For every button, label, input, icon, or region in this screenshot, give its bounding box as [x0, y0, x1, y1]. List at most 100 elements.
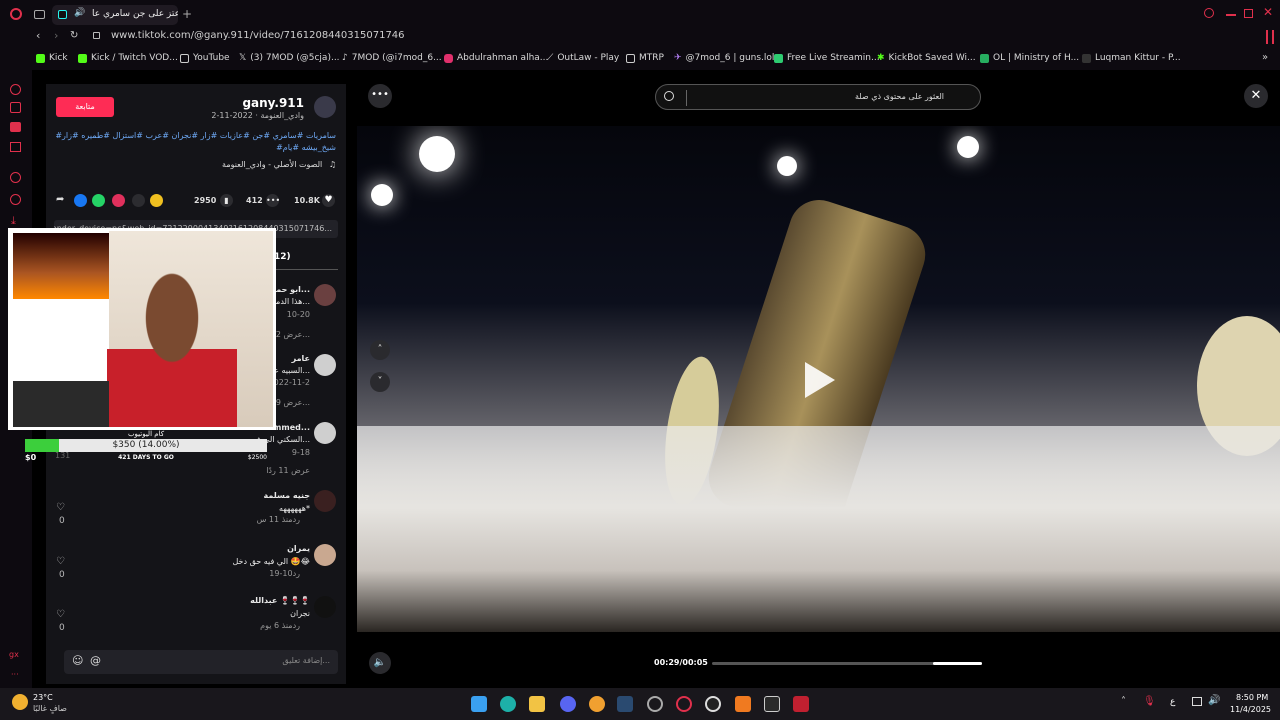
bookmark-kick-twitch[interactable]: Kick / Twitch VOD... [78, 53, 178, 63]
obs-icon[interactable] [705, 696, 721, 712]
mention-icon[interactable]: @ [90, 654, 101, 667]
comment-avatar[interactable] [314, 544, 336, 566]
follow-button[interactable]: متابعة [56, 97, 114, 117]
network-icon[interactable] [1192, 697, 1202, 706]
comment-author[interactable]: عامر [292, 354, 310, 363]
author-avatar[interactable] [314, 96, 336, 118]
forward-icon[interactable]: › [54, 29, 58, 42]
sidebar-crypto-icon[interactable] [10, 102, 21, 113]
tab-audio-icon[interactable]: 🔊 [74, 8, 85, 18]
hashtags-line-1[interactable]: #سامريات #سامري #جن #عازيات #زار #نجران … [52, 130, 336, 142]
app-icon[interactable] [589, 696, 605, 712]
bookmark-youtube[interactable]: YouTube [180, 53, 230, 63]
bookmark-tiktok[interactable]: ♪ 7MOD (@i7mod_6... [342, 53, 442, 63]
opera-gx-icon[interactable] [647, 696, 663, 712]
epic-games-icon[interactable] [764, 696, 780, 712]
sidebar-aria-icon[interactable] [10, 84, 21, 95]
reload-icon[interactable]: ↻ [70, 30, 78, 41]
video-frame[interactable] [357, 126, 1280, 632]
related-search-bar[interactable]: العثور على محتوى ذي صلة [655, 84, 981, 110]
facebook-icon[interactable] [74, 194, 87, 207]
comment-like-icon[interactable]: ♡ [56, 556, 65, 567]
sidebar-mail-icon[interactable] [10, 142, 21, 152]
reply-link[interactable]: رد [293, 515, 300, 524]
file-explorer-icon[interactable] [529, 696, 545, 712]
discord-icon[interactable] [560, 696, 576, 712]
search-icon[interactable] [1204, 8, 1214, 18]
opera-icon[interactable] [676, 696, 692, 712]
close-window-button[interactable]: ✕ [1263, 5, 1273, 19]
weather-temp[interactable]: 23°C [33, 693, 53, 702]
comment-icon[interactable]: ••• [266, 194, 280, 207]
clock-date[interactable]: 11/4/2025 [1230, 705, 1271, 714]
sidebar-toggle-icon[interactable] [1266, 30, 1274, 44]
sound-link[interactable]: الصوت الأصلي - وادي_العنومة ♫ [222, 160, 336, 169]
sidebar-more-icon[interactable]: ··· [11, 670, 19, 679]
telegram-icon[interactable] [112, 194, 125, 207]
comment-avatar[interactable] [314, 490, 336, 512]
comment-avatar[interactable] [314, 422, 336, 444]
volume-button[interactable]: 🔈 [369, 652, 391, 674]
hashtags-line-2[interactable]: #شيخ_بيشه #يام [52, 142, 336, 154]
share-arrow-icon[interactable]: ➦ [56, 194, 64, 205]
bookmark-mtrp[interactable]: MTRP [626, 53, 664, 63]
sidebar-gx-icon[interactable]: gx [9, 650, 19, 659]
opera-logo-icon[interactable] [10, 8, 22, 20]
clock-time[interactable]: 8:50 PM [1236, 693, 1268, 702]
video-progress-track[interactable] [712, 662, 982, 665]
browser-tab-active[interactable]: 🔊 اعتز على جن سامري عا... [52, 5, 178, 25]
comment-author[interactable]: يمران [287, 544, 310, 553]
post-hashtags[interactable]: #سامريات #سامري #جن #عازيات #زار #نجران … [52, 130, 336, 154]
back-icon[interactable]: ‹ [36, 29, 40, 42]
sidebar-downloads-icon[interactable]: ⤓ [11, 214, 16, 228]
edge-icon[interactable] [500, 696, 516, 712]
new-tab-button[interactable]: + [182, 7, 192, 21]
reply-link[interactable]: رد [293, 621, 300, 630]
copy-link-icon[interactable] [150, 194, 163, 207]
comment-author[interactable]: mmed... [273, 423, 310, 432]
aimp-icon[interactable] [735, 696, 751, 712]
search-icon[interactable] [664, 91, 674, 101]
bookmark-kick[interactable]: Kick [36, 53, 68, 63]
comment-author[interactable]: جنيه مسلمة [263, 491, 310, 500]
emoji-icon[interactable]: ☺ [72, 654, 83, 667]
comment-avatar[interactable] [314, 354, 336, 376]
more-options-button[interactable]: ••• [368, 84, 392, 108]
comment-avatar[interactable] [314, 284, 336, 306]
whatsapp-icon[interactable] [92, 194, 105, 207]
comment-input-box[interactable]: ☺ @ إضافة تعليق... [64, 650, 338, 674]
comments-tab[interactable]: 12) [274, 252, 291, 262]
reply-link[interactable]: رد [293, 569, 300, 578]
comment-like-icon[interactable]: ♡ [56, 609, 65, 620]
bookmark-icon[interactable]: ▮ [220, 194, 233, 207]
microphone-icon[interactable]: 🎙 [1143, 696, 1156, 707]
bookmark-ministry[interactable]: OL | Ministry of H... [980, 53, 1079, 63]
embed-icon[interactable] [132, 194, 145, 207]
comment-author[interactable]: عبدالله 🍷🍷🍷 [250, 596, 310, 605]
minimize-button[interactable] [1226, 14, 1236, 16]
start-button[interactable] [471, 696, 487, 712]
steam-icon[interactable] [617, 696, 633, 712]
comment-like-icon[interactable]: ♡ [56, 502, 65, 513]
bookmark-x[interactable]: 𝕏 (3) 7MOD (@5cja)... [239, 53, 340, 63]
weather-text[interactable]: صافٍ غالبًا [33, 704, 67, 713]
next-video-button[interactable]: ˅ [370, 372, 390, 392]
author-username[interactable]: gany.911 [242, 96, 304, 110]
close-video-button[interactable]: ✕ [1244, 84, 1268, 108]
sidebar-player-icon[interactable] [10, 172, 21, 183]
tray-overflow-icon[interactable]: ˄ [1121, 696, 1126, 707]
comment-avatar[interactable] [314, 596, 336, 618]
weather-icon[interactable] [12, 694, 28, 710]
bookmark-luqman[interactable]: Luqman Kittur - P... [1082, 53, 1181, 63]
tab-manager-icon[interactable] [34, 10, 45, 19]
previous-video-button[interactable]: ˄ [370, 340, 390, 360]
bookmarks-overflow-icon[interactable]: » [1262, 52, 1268, 63]
language-indicator[interactable]: ع [1170, 697, 1175, 707]
play-icon[interactable] [805, 362, 835, 398]
bookmark-gunslol[interactable]: ✈ @7mod_6 | guns.lol [674, 53, 774, 63]
bookmark-free-live[interactable]: Free Live Streamin... [774, 53, 880, 63]
view-replies-link[interactable]: عرض 11 ردًا [266, 466, 310, 475]
maximize-button[interactable] [1244, 9, 1253, 18]
sidebar-messenger-icon[interactable] [10, 122, 21, 132]
volume-icon[interactable]: 🔊 [1208, 695, 1220, 706]
